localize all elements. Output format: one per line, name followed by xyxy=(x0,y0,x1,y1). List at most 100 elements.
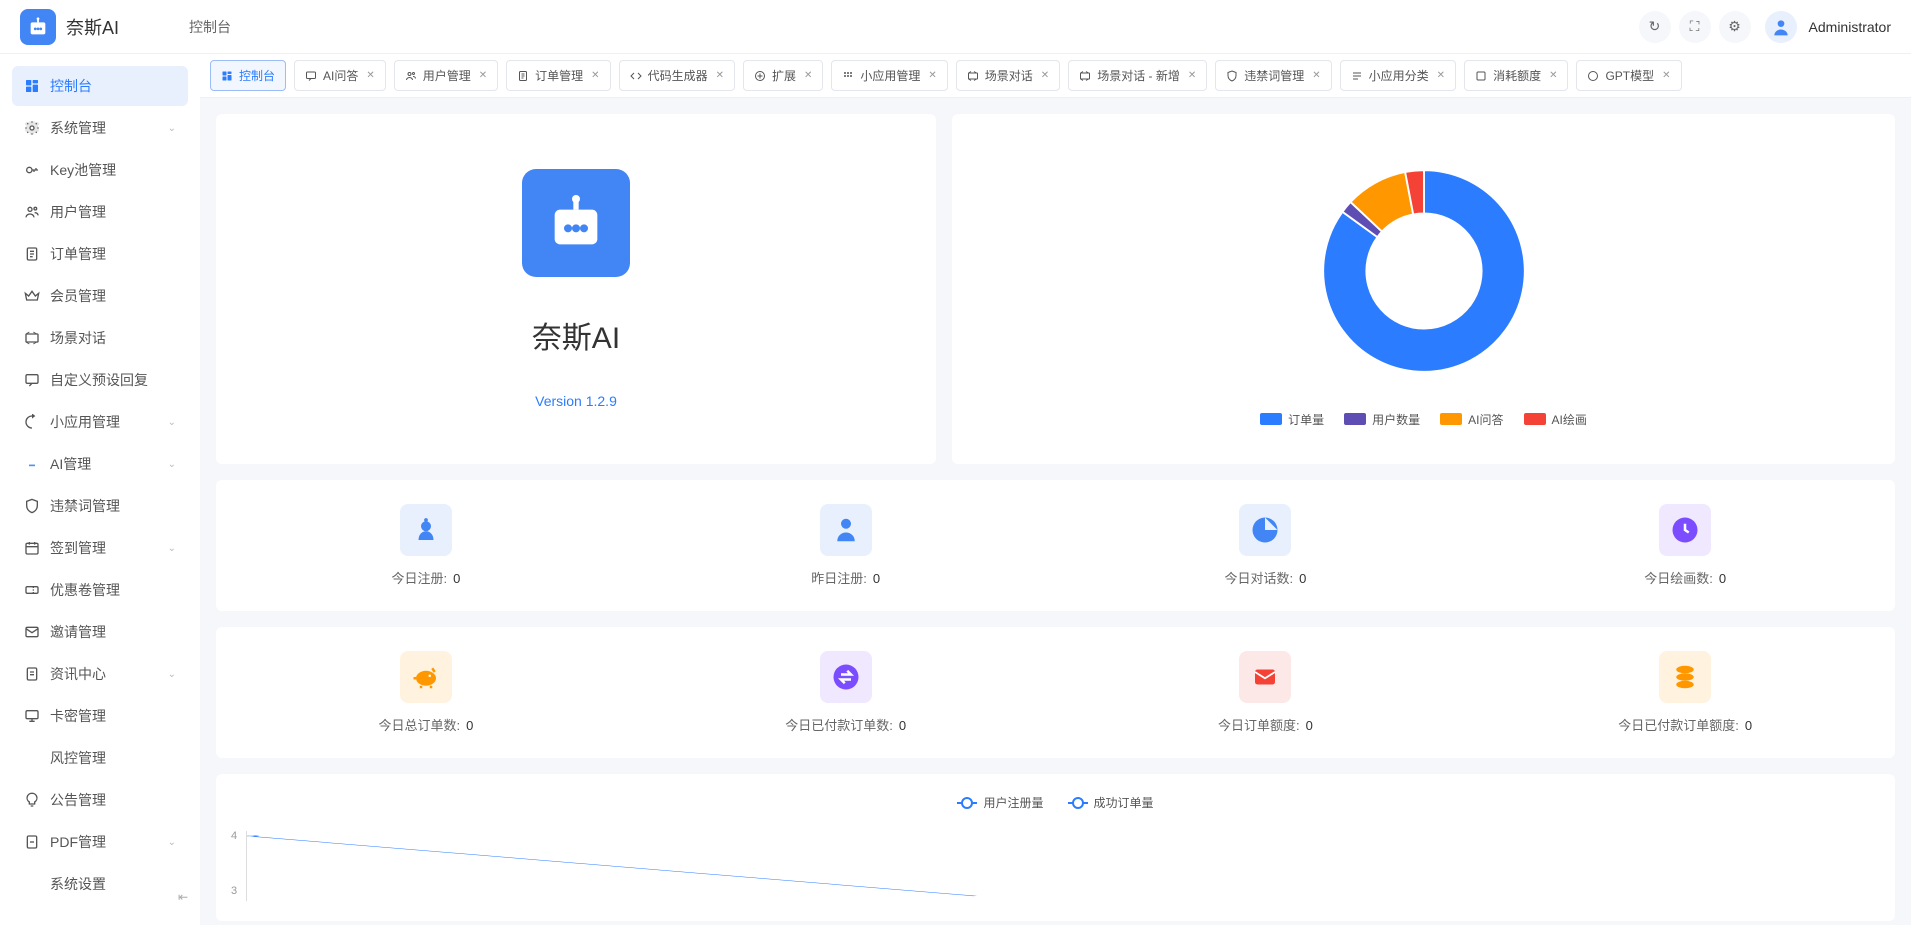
sidebar-item-8[interactable]: 小应用管理⌄ xyxy=(12,402,188,442)
sidebar-item-14[interactable]: 资讯中心⌄ xyxy=(12,654,188,694)
stat-label: 今日总订单数:0 xyxy=(378,715,473,734)
tab-close-icon[interactable]: ✕ xyxy=(1549,70,1557,81)
dashboard-icon xyxy=(24,78,40,94)
tab-close-icon[interactable]: ✕ xyxy=(1188,70,1196,81)
checkin-icon xyxy=(24,540,40,556)
sidebar-item-5[interactable]: 会员管理 xyxy=(12,276,188,316)
cat-icon xyxy=(1351,70,1363,82)
tab-4[interactable]: 代码生成器✕ xyxy=(619,60,735,91)
tab-close-icon[interactable]: ✕ xyxy=(716,70,724,81)
line-legend-item[interactable]: 用户注册量 xyxy=(957,794,1043,811)
legend-item[interactable]: 用户数量 xyxy=(1344,411,1420,428)
sidebar-item-15[interactable]: 卡密管理 xyxy=(12,696,188,736)
stack-icon xyxy=(1659,651,1711,703)
username-label[interactable]: Administrator xyxy=(1809,19,1891,35)
legend-label: AI问答 xyxy=(1468,411,1503,428)
sidebar-item-10[interactable]: 违禁词管理 xyxy=(12,486,188,526)
settings-button[interactable]: ⚙ xyxy=(1719,11,1751,43)
donut-legend: 订单量 用户数量 AI问答 AI绘画 xyxy=(1260,411,1587,428)
scene-icon xyxy=(1079,70,1091,82)
tab-close-icon[interactable]: ✕ xyxy=(1041,70,1049,81)
intro-version: Version 1.2.9 xyxy=(535,393,617,409)
envelope-icon xyxy=(1239,651,1291,703)
tab-5[interactable]: 扩展✕ xyxy=(743,60,823,91)
sidebar-item-label: 优惠卷管理 xyxy=(50,580,120,600)
tab-7[interactable]: 场景对话✕ xyxy=(956,60,1060,91)
tab-close-icon[interactable]: ✕ xyxy=(1312,70,1320,81)
gear-icon xyxy=(24,120,40,136)
tab-9[interactable]: 违禁词管理✕ xyxy=(1215,60,1331,91)
line-legend-label: 用户注册量 xyxy=(983,794,1043,811)
sidebar-item-12[interactable]: 优惠卷管理 xyxy=(12,570,188,610)
avatar-icon[interactable] xyxy=(1765,11,1797,43)
legend-label: 用户数量 xyxy=(1372,411,1420,428)
pdf-icon xyxy=(24,834,40,850)
legend-swatch xyxy=(1524,413,1546,425)
sidebar-item-1[interactable]: 系统管理⌄ xyxy=(12,108,188,148)
legend-item[interactable]: AI绘画 xyxy=(1524,411,1587,428)
stat-item: 今日订单额度:0 xyxy=(1056,651,1476,734)
doc-icon xyxy=(24,666,40,682)
donut-chart xyxy=(1304,151,1544,391)
sidebar-collapse-button[interactable]: ⇤ xyxy=(172,889,194,905)
tab-1[interactable]: AI问答✕ xyxy=(294,60,386,91)
chat-icon xyxy=(305,70,317,82)
tab-close-icon[interactable]: ✕ xyxy=(1437,70,1445,81)
sidebar-item-label: PDF管理 xyxy=(50,832,106,852)
pie-icon xyxy=(1239,504,1291,556)
tab-8[interactable]: 场景对话 - 新增✕ xyxy=(1068,60,1207,91)
sidebar-item-19[interactable]: 系统设置 xyxy=(12,864,188,904)
tab-label: 控制台 xyxy=(239,67,275,84)
sidebar-item-4[interactable]: 订单管理 xyxy=(12,234,188,274)
logo-icon xyxy=(20,9,56,45)
tab-12[interactable]: GPT模型✕ xyxy=(1576,60,1681,91)
sidebar-item-label: 自定义预设回复 xyxy=(50,370,148,390)
tab-11[interactable]: 消耗额度✕ xyxy=(1464,60,1568,91)
tab-close-icon[interactable]: ✕ xyxy=(1662,70,1670,81)
stat-value: 0 xyxy=(466,718,473,733)
sidebar-item-label: 系统管理 xyxy=(50,118,106,138)
shield-icon xyxy=(1226,70,1238,82)
reload-button[interactable]: ↻ xyxy=(1639,11,1671,43)
tab-6[interactable]: 小应用管理✕ xyxy=(831,60,947,91)
tab-close-icon[interactable]: ✕ xyxy=(928,70,936,81)
users-icon xyxy=(405,70,417,82)
sidebar-item-6[interactable]: 场景对话 xyxy=(12,318,188,358)
tab-0[interactable]: 控制台 xyxy=(210,60,286,91)
legend-label: 订单量 xyxy=(1288,411,1324,428)
intro-title: 奈斯AI xyxy=(532,313,620,357)
sidebar-item-label: 场景对话 xyxy=(50,328,106,348)
chevron-down-icon: ⌄ xyxy=(168,543,176,554)
line-legend-item[interactable]: 成功订单量 xyxy=(1068,794,1154,811)
sidebar-item-label: 违禁词管理 xyxy=(50,496,120,516)
fullscreen-button[interactable]: ⛶ xyxy=(1679,11,1711,43)
stat-value: 0 xyxy=(453,571,460,586)
tab-close-icon[interactable]: ✕ xyxy=(479,70,487,81)
chevron-down-icon: ⌄ xyxy=(168,417,176,428)
sidebar-item-3[interactable]: 用户管理 xyxy=(12,192,188,232)
chevron-down-icon: ⌄ xyxy=(168,459,176,470)
stat-value: 0 xyxy=(899,718,906,733)
tab-3[interactable]: 订单管理✕ xyxy=(506,60,610,91)
legend-item[interactable]: AI问答 xyxy=(1440,411,1503,428)
sidebar-item-16[interactable]: 风控管理 xyxy=(12,738,188,778)
sidebar-item-2[interactable]: Key池管理 xyxy=(12,150,188,190)
legend-item[interactable]: 订单量 xyxy=(1260,411,1324,428)
tab-close-icon[interactable]: ✕ xyxy=(591,70,599,81)
sidebar-item-13[interactable]: 邀请管理 xyxy=(12,612,188,652)
sidebar-item-7[interactable]: 自定义预设回复 xyxy=(12,360,188,400)
tab-2[interactable]: 用户管理✕ xyxy=(394,60,498,91)
sidebar-item-11[interactable]: 签到管理⌄ xyxy=(12,528,188,568)
sidebar-item-18[interactable]: PDF管理⌄ xyxy=(12,822,188,862)
stat-item: 昨日注册:0 xyxy=(636,504,1056,587)
stat-label: 今日绘画数:0 xyxy=(1644,568,1726,587)
sidebar-item-label: Key池管理 xyxy=(50,160,116,180)
tab-close-icon[interactable]: ✕ xyxy=(366,70,374,81)
y-tick-label: 4 xyxy=(231,830,237,842)
tab-10[interactable]: 小应用分类✕ xyxy=(1340,60,1456,91)
sidebar-item-9[interactable]: AI管理⌄ xyxy=(12,444,188,484)
sidebar-item-0[interactable]: 控制台 xyxy=(12,66,188,106)
tab-close-icon[interactable]: ✕ xyxy=(804,70,812,81)
donut-chart-card: 订单量 用户数量 AI问答 AI绘画 xyxy=(952,114,1895,464)
sidebar-item-17[interactable]: 公告管理 xyxy=(12,780,188,820)
